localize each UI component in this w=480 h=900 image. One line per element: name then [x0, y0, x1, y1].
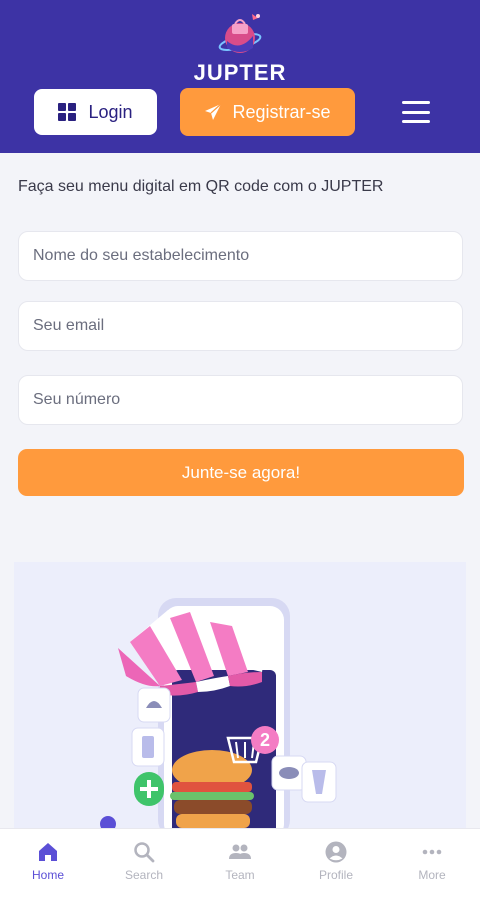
nav-item-home[interactable]: Home — [0, 829, 96, 900]
planet-bag-logo-icon — [218, 14, 262, 53]
jupter-logo[interactable]: JUPTER — [182, 8, 298, 85]
cart-badge-count: 2 — [260, 730, 270, 750]
nav-label-profile: Profile — [318, 868, 353, 882]
paper-plane-icon — [205, 103, 222, 120]
bottom-navigation: Home Search Team Profile More — [0, 828, 480, 900]
phone-number-input[interactable] — [18, 375, 463, 425]
nav-label-team: Team — [225, 868, 255, 882]
nav-item-search[interactable]: Search — [96, 829, 192, 900]
grid-icon — [58, 103, 77, 121]
nav-item-team[interactable]: Team — [192, 829, 288, 900]
login-button[interactable]: Login — [34, 89, 157, 135]
search-icon — [134, 842, 155, 863]
login-label: Login — [88, 101, 133, 122]
logo-text: JUPTER — [193, 60, 287, 85]
nav-label-home: Home — [31, 868, 64, 882]
menu-hamburger-icon[interactable] — [402, 101, 430, 123]
intro-text: Faça seu menu digital em QR code com o J… — [18, 178, 384, 195]
join-now-button[interactable]: Junte-se agora! — [18, 449, 464, 496]
profile-icon — [325, 841, 347, 863]
home-icon — [39, 843, 57, 861]
email-input[interactable] — [18, 301, 463, 351]
join-now-label: Junte-se agora! — [181, 462, 301, 482]
app-header: JUPTER Login Registrar-se — [0, 0, 480, 153]
nav-item-more[interactable]: More — [384, 829, 480, 900]
register-button[interactable]: Registrar-se — [180, 88, 355, 136]
team-icon — [229, 844, 251, 859]
establishment-name-input[interactable] — [18, 231, 463, 281]
nav-item-profile[interactable]: Profile — [288, 829, 384, 900]
register-label: Registrar-se — [232, 101, 331, 122]
nav-label-more: More — [418, 868, 446, 882]
nav-label-search: Search — [124, 868, 164, 882]
more-icon — [422, 849, 442, 855]
digital-menu-illustration: 2 — [100, 598, 337, 828]
